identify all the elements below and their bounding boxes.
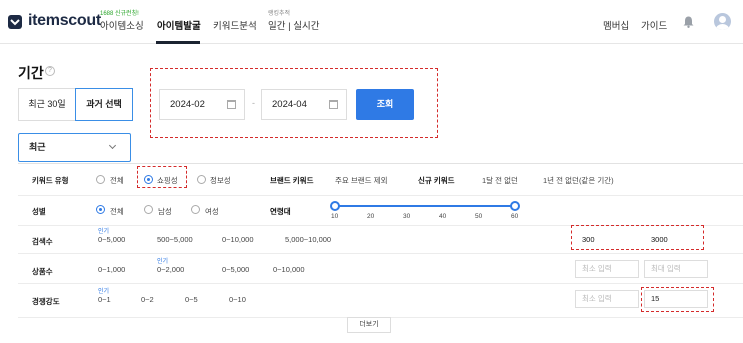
nav-active-indicator [156, 41, 200, 44]
start-date-input[interactable]: 2024-02 [159, 89, 245, 120]
product-count-label: 상품수 [32, 267, 53, 276]
age-tick: 60 [511, 213, 519, 220]
gender-label: 성별 [32, 207, 46, 216]
age-slider-track[interactable] [335, 205, 515, 207]
nav-item-ranking[interactable]: 일간 | 실시간 [268, 18, 319, 32]
highlight-competition-max [641, 287, 714, 312]
highlight-shopping-option [137, 166, 187, 188]
search-volume-max-input[interactable]: 3000 [651, 235, 668, 244]
competition-label: 경쟁강도 [32, 297, 60, 306]
logo-icon[interactable] [8, 15, 22, 29]
popular-badge: 인기 [157, 259, 169, 265]
nav-badge-sourcing: 1688 신규런칭! [100, 11, 139, 17]
product-count-option[interactable]: 0~5,000 [222, 265, 249, 274]
brand-keyword-label: 브랜드 키워드 [270, 176, 314, 185]
help-icon[interactable]: ? [45, 66, 55, 76]
nav-item-discovery[interactable]: 아이템발굴 [157, 18, 201, 32]
competition-option[interactable]: 0~2 [141, 295, 154, 304]
calendar-icon[interactable] [227, 100, 236, 109]
radio-gender-all-label[interactable]: 전체 [110, 206, 124, 217]
nav-badge-ranking: 랭킹추적 [268, 11, 291, 17]
radio-all[interactable] [96, 175, 105, 184]
filter-row-gender [18, 196, 743, 226]
tab-recent-30-days[interactable]: 최근 30일 [18, 88, 76, 121]
nav-item-keyword-analysis[interactable]: 키워드분석 [213, 18, 257, 32]
radio-info-label[interactable]: 정보성 [210, 175, 231, 186]
search-volume-label: 검색수 [32, 237, 53, 246]
age-label: 연령대 [270, 207, 291, 216]
search-volume-option[interactable]: 0~10,000 [222, 235, 254, 244]
search-volume-option[interactable]: 0~5,000 [98, 235, 125, 244]
start-date-value: 2024-02 [170, 99, 205, 110]
radio-male[interactable] [144, 205, 153, 214]
search-volume-option[interactable]: 500~5,000 [157, 235, 193, 244]
product-count-option[interactable]: 0~2,000 [157, 265, 184, 274]
logo-text[interactable]: itemscout [28, 12, 101, 30]
recent-dropdown-value: 최근 [29, 142, 46, 152]
period-title: 기간 [18, 65, 44, 81]
popular-badge: 인기 [98, 229, 110, 235]
bell-icon[interactable] [683, 16, 694, 28]
product-count-option[interactable]: 0~10,000 [273, 265, 305, 274]
radio-gender-all[interactable] [96, 205, 105, 214]
product-count-min-input[interactable]: 최소 입력 [575, 260, 639, 278]
radio-info[interactable] [197, 175, 206, 184]
competition-option[interactable]: 0~1 [98, 295, 111, 304]
age-tick: 50 [475, 213, 483, 220]
nav-membership[interactable]: 멤버십 [603, 18, 629, 32]
age-tick: 30 [403, 213, 411, 220]
competition-min-input[interactable]: 최소 입력 [575, 290, 639, 308]
product-count-max-input[interactable]: 최대 입력 [644, 260, 708, 278]
date-separator: - [252, 98, 255, 108]
search-volume-option[interactable]: 5,000~10,000 [285, 235, 331, 244]
more-button[interactable]: 더보기 [347, 317, 391, 333]
recent-dropdown[interactable]: 최근 [18, 133, 131, 162]
age-tick: 40 [439, 213, 447, 220]
search-volume-min-input[interactable]: 300 [582, 235, 595, 244]
new-keyword-label: 신규 키워드 [418, 176, 455, 185]
radio-male-label[interactable]: 남성 [158, 206, 172, 217]
end-date-input[interactable]: 2024-04 [261, 89, 347, 120]
age-slider-max-handle[interactable] [510, 201, 520, 211]
top-header: itemscout 1688 신규런칭! 아이템소싱 아이템발굴 키워드분석 랭… [0, 0, 743, 44]
new-keyword-1-year[interactable]: 1년 전 없던(같은 기간) [543, 175, 614, 186]
radio-all-label[interactable]: 전체 [110, 175, 124, 186]
nav-guide[interactable]: 가이드 [641, 18, 667, 32]
age-tick: 20 [367, 213, 375, 220]
product-count-option[interactable]: 0~1,000 [98, 265, 125, 274]
search-button[interactable]: 조회 [356, 89, 414, 120]
avatar-icon[interactable] [714, 13, 731, 30]
age-tick: 10 [331, 213, 339, 220]
radio-female[interactable] [191, 205, 200, 214]
popular-badge: 인기 [98, 289, 110, 295]
chevron-down-icon [108, 141, 117, 150]
brand-exclude-option[interactable]: 주요 브랜드 제외 [335, 175, 387, 186]
new-keyword-1-month[interactable]: 1달 전 없던 [482, 175, 518, 186]
competition-option[interactable]: 0~5 [185, 295, 198, 304]
age-slider-min-handle[interactable] [330, 201, 340, 211]
end-date-value: 2024-04 [272, 99, 307, 110]
calendar-icon[interactable] [329, 100, 338, 109]
radio-female-label[interactable]: 여성 [205, 206, 219, 217]
tab-past-select[interactable]: 과거 선택 [75, 88, 133, 121]
keyword-type-label: 키워드 유형 [32, 176, 69, 185]
nav-item-sourcing[interactable]: 아이템소싱 [100, 18, 144, 32]
competition-option[interactable]: 0~10 [229, 295, 246, 304]
